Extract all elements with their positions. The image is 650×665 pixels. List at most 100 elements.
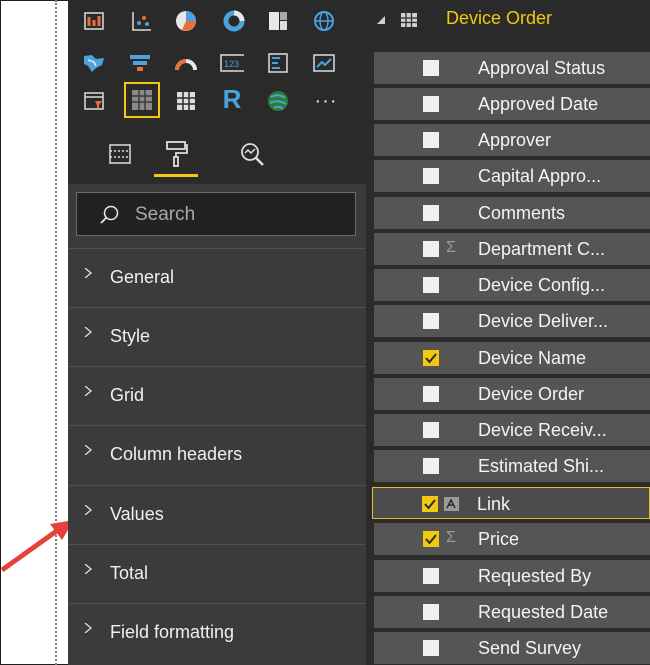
field-row[interactable]: Device Config... xyxy=(374,269,650,301)
checkbox-checked[interactable] xyxy=(422,496,438,512)
pie-chart-icon[interactable] xyxy=(174,9,198,33)
chevron-right-icon xyxy=(84,386,93,396)
field-name: Approval Status xyxy=(478,58,606,78)
field-name: Department C... xyxy=(478,239,606,259)
search-placeholder: Search xyxy=(135,204,196,225)
field-row[interactable]: Estimated Shi... xyxy=(374,450,650,482)
field-row[interactable]: Device Order xyxy=(374,378,650,410)
r-script-visual-icon[interactable]: R xyxy=(220,84,244,114)
pane-tabs xyxy=(68,128,366,184)
field-row[interactable]: Approved Date xyxy=(374,88,650,120)
field-name: Approver xyxy=(478,130,552,150)
gauge-icon[interactable] xyxy=(174,51,198,75)
field-name: Comments xyxy=(478,203,566,223)
field-row[interactable]: Approver xyxy=(374,124,650,156)
fields-pane: Device Order Approval Status Approved Dat… xyxy=(366,0,650,665)
field-row[interactable]: Comments xyxy=(374,197,650,229)
field-name: Device Name xyxy=(478,348,587,368)
map-globe-icon[interactable] xyxy=(312,9,336,33)
filled-map-icon[interactable] xyxy=(82,51,106,75)
checkbox[interactable] xyxy=(423,241,439,257)
format-section-field-formatting[interactable]: Field formatting xyxy=(68,603,366,662)
field-row[interactable]: Σ Price xyxy=(374,523,650,555)
search-input[interactable]: Search xyxy=(76,192,356,236)
format-paint-roller-icon[interactable] xyxy=(154,134,198,177)
web-url-icon xyxy=(443,496,460,512)
checkmark-icon xyxy=(425,353,437,364)
checkbox[interactable] xyxy=(423,277,439,293)
chevron-right-icon xyxy=(84,505,93,515)
more-visuals-ellipsis-icon[interactable]: ··· xyxy=(314,89,338,113)
kpi-icon[interactable] xyxy=(312,51,336,75)
field-row[interactable]: Link xyxy=(372,487,650,519)
field-name: Link xyxy=(477,494,511,514)
field-row[interactable]: Approval Status xyxy=(374,52,650,84)
field-name: Capital Appro... xyxy=(478,166,602,186)
funnel-chart-icon[interactable] xyxy=(128,51,152,75)
visual-gallery: 123 R ··· xyxy=(68,0,366,128)
field-row[interactable]: Capital Appro... xyxy=(374,160,650,192)
field-row[interactable]: Device Deliver... xyxy=(374,305,650,337)
analytics-magnifier-icon[interactable] xyxy=(230,134,274,174)
sigma-icon: Σ xyxy=(446,239,456,256)
field-name: Device Order xyxy=(478,384,585,404)
arcgis-map-icon[interactable] xyxy=(266,89,290,113)
field-name: Requested Date xyxy=(478,602,609,622)
fields-tab-icon[interactable] xyxy=(98,134,142,174)
format-section-values[interactable]: Values xyxy=(68,485,366,544)
treemap-icon[interactable] xyxy=(266,9,290,33)
field-name: Approved Date xyxy=(478,94,599,114)
multi-row-card-icon[interactable] xyxy=(266,51,290,75)
format-section-general[interactable]: General xyxy=(68,248,366,307)
field-name: Requested By xyxy=(478,566,592,586)
checkbox[interactable] xyxy=(423,422,439,438)
checkbox[interactable] xyxy=(423,604,439,620)
table-name: Device Order xyxy=(446,8,553,28)
scatter-chart-icon[interactable] xyxy=(130,9,154,33)
chevron-right-icon xyxy=(84,564,93,574)
search-icon xyxy=(100,205,119,224)
field-row[interactable]: Device Name xyxy=(374,342,650,374)
checkbox[interactable] xyxy=(423,313,439,329)
checkbox[interactable] xyxy=(423,168,439,184)
card-icon[interactable]: 123 xyxy=(220,51,244,75)
checkbox[interactable] xyxy=(423,458,439,474)
chevron-right-icon xyxy=(84,623,93,633)
checkbox[interactable] xyxy=(423,60,439,76)
section-label: Grid xyxy=(110,385,145,405)
checkbox-checked[interactable] xyxy=(423,531,439,547)
field-name: Device Deliver... xyxy=(478,311,609,331)
donut-chart-icon[interactable] xyxy=(222,9,246,33)
field-name: Price xyxy=(478,529,520,549)
checkbox-checked[interactable] xyxy=(423,350,439,366)
checkbox[interactable] xyxy=(423,132,439,148)
checkmark-icon xyxy=(424,499,436,510)
format-section-grid[interactable]: Grid xyxy=(68,366,366,425)
table-visual-icon-selected[interactable] xyxy=(124,82,160,118)
format-section-style[interactable]: Style xyxy=(68,307,366,366)
visualizations-pane: 123 R ··· Search General Style Grid Colu… xyxy=(68,0,366,665)
format-section-total[interactable]: Total xyxy=(68,544,366,603)
field-row[interactable]: Requested By xyxy=(374,560,650,592)
checkbox[interactable] xyxy=(423,568,439,584)
checkmark-icon xyxy=(425,534,437,545)
collapse-triangle-icon xyxy=(377,16,385,24)
table-header-device-order[interactable]: Device Order xyxy=(366,0,650,40)
checkbox[interactable] xyxy=(423,205,439,221)
field-row[interactable]: Requested Date xyxy=(374,596,650,628)
chevron-right-icon xyxy=(84,445,93,455)
field-row[interactable]: Send Survey xyxy=(374,632,650,664)
checkbox[interactable] xyxy=(423,386,439,402)
ribbon-chart-icon[interactable] xyxy=(82,9,106,33)
matrix-icon[interactable] xyxy=(174,89,198,113)
field-row[interactable]: Σ Department C... xyxy=(374,233,650,265)
checkbox[interactable] xyxy=(423,640,439,656)
sigma-icon: Σ xyxy=(446,529,456,546)
checkbox[interactable] xyxy=(423,96,439,112)
format-section-column-headers[interactable]: Column headers xyxy=(68,425,366,484)
slicer-icon[interactable] xyxy=(82,89,106,113)
field-row[interactable]: Device Receiv... xyxy=(374,414,650,446)
field-name: Send Survey xyxy=(478,638,582,658)
chevron-right-icon xyxy=(84,327,93,337)
table-icon xyxy=(401,13,417,27)
